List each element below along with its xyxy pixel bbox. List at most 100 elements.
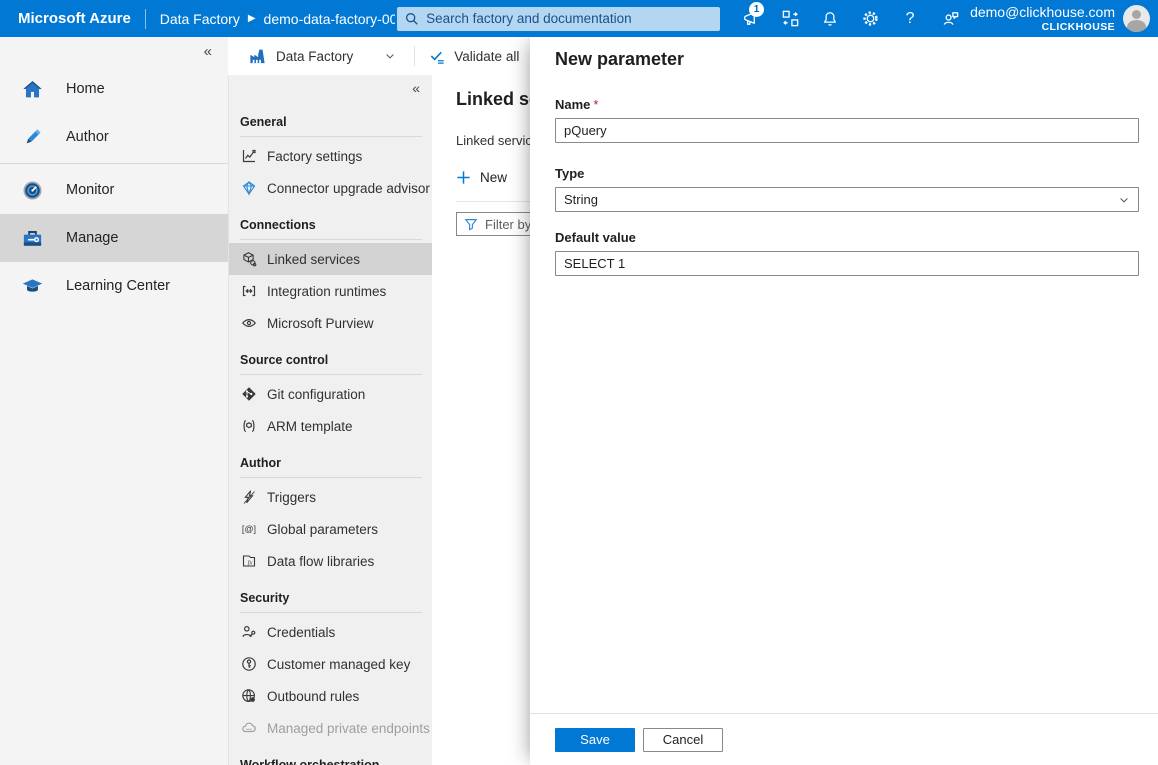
notifications-bell-button[interactable]: [810, 0, 850, 37]
diamond-icon: [240, 180, 257, 197]
save-button[interactable]: Save: [555, 728, 635, 752]
name-input[interactable]: [555, 118, 1139, 143]
sidebar-item-label: Author: [66, 129, 109, 145]
sidebar-item-outbound-rules[interactable]: Outbound rules: [229, 680, 432, 712]
sidebar-item-label: Credentials: [267, 625, 335, 640]
globe-icon: [240, 688, 257, 705]
sidebar-item-learning-center[interactable]: Learning Center: [0, 262, 228, 310]
global-search[interactable]: [397, 7, 720, 31]
top-bar: Microsoft Azure Data Factory ▶ demo-data…: [0, 0, 1158, 37]
factory-dropdown-label: Data Factory: [276, 49, 353, 64]
sidebar-item-customer-managed-key[interactable]: Customer managed key: [229, 648, 432, 680]
sidebar-item-microsoft-purview[interactable]: Microsoft Purview: [229, 307, 432, 339]
left-nav-collapse-button[interactable]: «: [0, 37, 228, 65]
sidebar-item-integration-runtimes[interactable]: Integration runtimes: [229, 275, 432, 307]
sidebar-item-git-configuration[interactable]: Git configuration: [229, 378, 432, 410]
sidebar-item-label: Manage: [66, 230, 118, 246]
sidebar-item-label: Integration runtimes: [267, 284, 386, 299]
section-header: Workflow orchestration manager: [229, 757, 419, 765]
sidebar-item-monitor[interactable]: Monitor: [0, 166, 228, 214]
notification-badge: 1: [749, 2, 764, 17]
type-select-value: String: [564, 192, 598, 207]
data-factory-dropdown[interactable]: Data Factory: [228, 47, 396, 66]
account-email: demo@clickhouse.com: [970, 4, 1115, 20]
sidebar-item-connector-upgrade-advisor[interactable]: Connector upgrade advisor: [229, 172, 432, 204]
manage-sidebar: « General Factory settings Connector upg…: [228, 75, 432, 765]
default-value-input[interactable]: [555, 251, 1139, 276]
section-header: General: [229, 114, 432, 136]
sidebar-item-label: Customer managed key: [267, 657, 410, 672]
sidebar-item-home[interactable]: Home: [0, 65, 228, 113]
switch-factory-button[interactable]: [770, 0, 810, 37]
sidebar-item-label: Linked services: [267, 252, 360, 267]
sidebar-item-triggers[interactable]: Triggers: [229, 481, 432, 513]
sidebar-item-managed-private-endpoints[interactable]: Managed private endpoints: [229, 712, 432, 744]
cloud-icon: [240, 720, 257, 737]
sidebar-item-data-flow-libraries[interactable]: fx Data flow libraries: [229, 545, 432, 577]
sidebar-item-author[interactable]: Author: [0, 113, 228, 161]
factory-icon: [248, 47, 267, 66]
cancel-button[interactable]: Cancel: [643, 728, 723, 752]
section-connections: Connections Linked services Integration …: [229, 217, 432, 339]
integration-runtimes-icon: [240, 283, 257, 300]
required-asterisk: *: [593, 97, 598, 112]
manage-sidebar-collapse-button[interactable]: «: [229, 75, 432, 101]
search-icon: [405, 12, 419, 26]
sidebar-item-label: Monitor: [66, 182, 114, 198]
brand-divider: [145, 9, 146, 29]
new-linked-service-button[interactable]: New: [456, 170, 526, 185]
section-general: General Factory settings Connector upgra…: [229, 114, 432, 204]
sidebar-item-global-parameters[interactable]: [@] Global parameters: [229, 513, 432, 545]
filter-funnel-icon: [464, 217, 478, 231]
sidebar-item-factory-settings[interactable]: Factory settings: [229, 140, 432, 172]
plus-icon: [456, 170, 471, 185]
svg-text:fx: fx: [247, 559, 252, 566]
name-label: Name*: [555, 97, 1139, 112]
type-label: Type: [555, 166, 1139, 181]
sidebar-item-label: Git configuration: [267, 387, 365, 402]
toolbar-separator: [414, 46, 415, 66]
section-rule: [240, 239, 422, 240]
git-icon: [240, 386, 257, 403]
help-button[interactable]: ?: [890, 0, 930, 37]
factory-settings-icon: [240, 148, 257, 165]
panel-title: New parameter: [555, 49, 1139, 70]
breadcrumb-app[interactable]: Data Factory: [160, 11, 240, 27]
sidebar-item-manage[interactable]: Manage: [0, 214, 228, 262]
account-org: CLICKHOUSE: [1042, 21, 1115, 33]
account-info[interactable]: demo@clickhouse.com CLICKHOUSE: [970, 4, 1123, 32]
global-parameters-icon: [@]: [240, 521, 257, 538]
new-button-label: New: [480, 170, 507, 185]
feedback-button[interactable]: [930, 0, 970, 37]
breadcrumb-instance[interactable]: demo-data-factory-00: [264, 11, 396, 27]
announcements-button[interactable]: 1: [730, 0, 770, 37]
search-input[interactable]: [426, 11, 712, 26]
section-security: Security Credentials Customer managed ke…: [229, 590, 432, 744]
svg-text:[@]: [@]: [241, 524, 255, 534]
sidebar-item-credentials[interactable]: Credentials: [229, 616, 432, 648]
sidebar-item-label: Data flow libraries: [267, 554, 374, 569]
section-rule: [240, 612, 422, 613]
validate-check-icon: [429, 48, 446, 65]
left-nav: « Home Author Monitor Manage Learning Ce…: [0, 37, 228, 765]
type-select[interactable]: String: [555, 187, 1139, 212]
arm-template-icon: [240, 418, 257, 435]
linked-services-cube-icon: [240, 251, 257, 268]
learning-center-icon: [21, 275, 44, 298]
section-header: Connections: [229, 217, 432, 239]
avatar[interactable]: [1123, 5, 1150, 32]
new-parameter-panel: New parameter Name* Type String Default …: [530, 37, 1158, 765]
settings-gear-button[interactable]: [850, 0, 890, 37]
sidebar-item-label: Outbound rules: [267, 689, 359, 704]
validate-all-button[interactable]: Validate all: [429, 48, 519, 65]
sidebar-item-label: Global parameters: [267, 522, 378, 537]
sidebar-item-linked-services[interactable]: Linked services: [229, 243, 432, 275]
sidebar-item-label: Home: [66, 81, 105, 97]
azure-brand[interactable]: Microsoft Azure: [0, 10, 145, 27]
chevron-down-icon: [384, 50, 396, 62]
section-header: Author: [229, 455, 432, 477]
eye-icon: [240, 315, 257, 332]
sidebar-item-label: Microsoft Purview: [267, 316, 374, 331]
sidebar-item-arm-template[interactable]: ARM template: [229, 410, 432, 442]
left-nav-divider: [0, 163, 228, 164]
